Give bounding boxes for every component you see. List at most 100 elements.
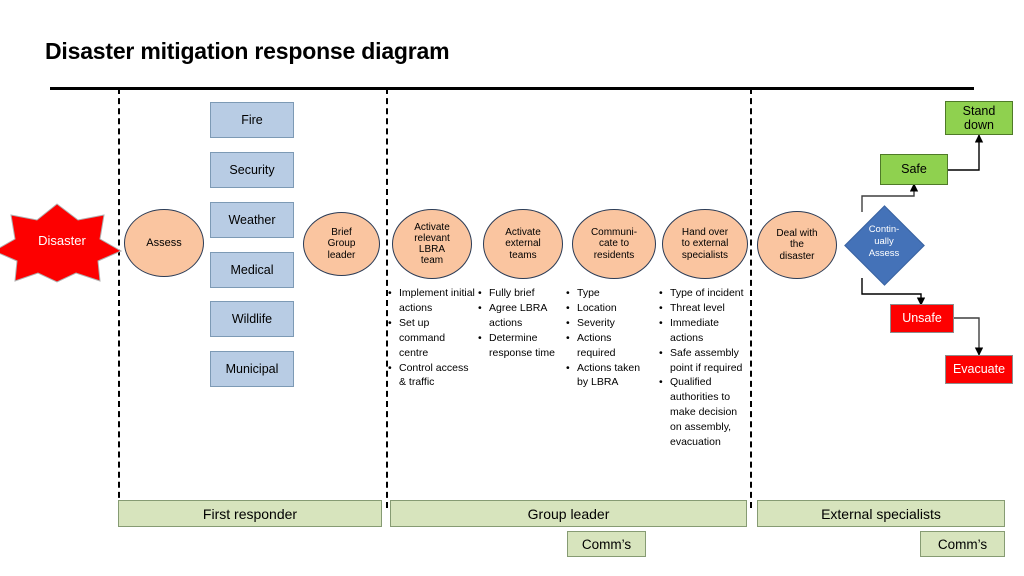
disaster-label: Disaster — [38, 233, 86, 248]
bullet-text: Type — [577, 287, 600, 299]
bullet-dot-icon: • — [659, 301, 663, 314]
node-label: Brief Group leader — [327, 227, 356, 261]
bullet-dot-icon: • — [566, 361, 570, 374]
bullet-text: Type of incident — [670, 287, 744, 299]
bullet-item: • Set up command centre — [388, 316, 476, 361]
bullet-text: Immediate actions — [670, 316, 720, 344]
bullet-item: • Safe assembly point if required — [659, 346, 751, 376]
outcome-label: Stand down — [962, 103, 996, 132]
bullet-text: Qualified authorities to make decision o… — [670, 376, 738, 449]
bullet-item: • Determine response time — [478, 331, 564, 361]
outcome-box-safe[interactable]: Safe — [880, 154, 948, 185]
process-node-activate-external-teams[interactable]: Activate external teams — [483, 209, 563, 279]
bullet-text: Actions required — [577, 331, 616, 359]
lane-bar-first-responder: First responder — [118, 500, 382, 527]
bullet-dot-icon: • — [659, 376, 663, 389]
bullet-item: • Fully brief — [478, 286, 564, 301]
bullet-dot-icon: • — [659, 346, 663, 359]
bullet-list-hand-over-to-external-specialists: • Type of incident • Threat level • Immediate… — [659, 286, 751, 450]
lane-bar-group-leader: Group leader — [390, 500, 747, 527]
process-node-activate-relevant-lbra-team[interactable]: Activate relevant LBRA team — [392, 209, 472, 279]
bullet-dot-icon: • — [659, 316, 663, 329]
bullet-dot-icon: • — [566, 316, 570, 329]
header-rule — [50, 87, 974, 90]
process-node-brief-group-leader[interactable]: Brief Group leader — [303, 212, 380, 276]
bullet-dot-icon: • — [388, 316, 392, 329]
lane-bar-external-specialists: External specialists — [757, 500, 1005, 527]
bullet-text: Severity — [577, 316, 615, 329]
bullet-item: • Threat level — [659, 301, 751, 316]
outcome-label: Safe — [901, 162, 927, 177]
bullet-dot-icon: • — [566, 301, 570, 314]
category-label: Weather — [228, 213, 276, 227]
bullet-item: • Location — [566, 301, 650, 316]
decision-node-continually-assess[interactable]: Contin-ually Assess — [844, 205, 925, 286]
page-title: Disaster mitigation response diagram — [45, 38, 450, 64]
process-node-hand-over-to-external-specialists[interactable]: Hand over to external specialists — [662, 209, 748, 279]
category-label: Wildlife — [231, 312, 273, 326]
diagram-canvas: Disaster mitigation response diagram Dis… — [0, 0, 1024, 576]
bullet-item: • Agree LBRA actions — [478, 301, 564, 331]
decision-label: Contin-ually Assess — [868, 224, 900, 259]
outcome-label: Unsafe — [902, 311, 942, 326]
bullet-item: • Actions taken by LBRA — [566, 361, 650, 391]
bullet-dot-icon: • — [478, 287, 482, 299]
category-box-fire[interactable]: Fire — [210, 102, 294, 138]
bullet-list-activate-relevant-lbra-team: • Implement initial actions • Set up comman… — [388, 286, 476, 390]
outcome-label: Evacuate — [952, 362, 1006, 377]
comms-label: Comm’s — [937, 536, 988, 552]
bullet-item: • Severity — [566, 316, 650, 331]
comms-box-group-leader: Comm’s — [567, 531, 646, 557]
bullet-list-communicate-to-residents: • Type • Location • Severity • Actions required… — [566, 286, 650, 390]
node-label: Activate relevant LBRA team — [414, 221, 450, 267]
bullet-dot-icon: • — [566, 287, 570, 299]
bullet-text: Fully brief — [489, 287, 535, 299]
bullet-text: Implement initial actions — [399, 287, 475, 314]
outcome-box-stand-down[interactable]: Stand down — [945, 101, 1013, 135]
bullet-dot-icon: • — [566, 331, 570, 344]
bullet-item: • Immediate actions — [659, 316, 751, 346]
process-node-communicate-to-residents[interactable]: Communi-cate to residents — [572, 209, 656, 279]
category-box-weather[interactable]: Weather — [210, 202, 294, 238]
category-box-medical[interactable]: Medical — [210, 252, 294, 288]
category-label: Security — [229, 163, 275, 177]
category-label: Municipal — [225, 362, 279, 376]
node-label: Assess — [146, 236, 182, 249]
category-box-wildlife[interactable]: Wildlife — [210, 301, 294, 337]
comms-box-external-specialists: Comm’s — [920, 531, 1005, 557]
bullet-item: • Type — [566, 286, 650, 301]
outcome-box-evacuate[interactable]: Evacuate — [945, 355, 1013, 384]
lane-divider-1 — [118, 88, 120, 508]
category-label: Medical — [230, 263, 274, 277]
lane-label: External specialists — [821, 505, 941, 522]
outcome-box-unsafe[interactable]: Unsafe — [890, 304, 954, 333]
bullet-item: • Qualified authorities to make decision … — [659, 375, 751, 450]
bullet-text: Control access & traffic — [399, 361, 469, 389]
bullet-dot-icon: • — [659, 287, 663, 299]
bullet-list-activate-external-teams: • Fully brief • Agree LBRA actions • Determin… — [478, 286, 564, 361]
bullet-text: Location — [577, 301, 617, 314]
category-label: Fire — [241, 113, 263, 127]
bullet-item: • Type of incident — [659, 286, 751, 301]
bullet-text: Determine response time — [489, 331, 555, 359]
node-label: Communi-cate to residents — [590, 227, 638, 261]
bullet-dot-icon: • — [388, 361, 392, 374]
bullet-item: • Control access & traffic — [388, 361, 476, 391]
bullet-text: Threat level — [670, 301, 725, 314]
bullet-item: • Implement initial actions — [388, 286, 476, 316]
bullet-item: • Actions required — [566, 331, 650, 361]
bullet-dot-icon: • — [478, 331, 482, 344]
lane-label: First responder — [202, 505, 298, 522]
category-box-security[interactable]: Security — [210, 152, 294, 188]
bullet-dot-icon: • — [478, 301, 482, 314]
lane-label: Group leader — [527, 505, 610, 522]
process-node-assess[interactable]: Assess — [124, 209, 204, 277]
node-label: Activate external teams — [505, 227, 541, 261]
node-label: Deal with the disaster — [776, 228, 818, 262]
bullet-dot-icon: • — [388, 287, 392, 299]
category-box-municipal[interactable]: Municipal — [210, 351, 294, 387]
comms-label: Comm’s — [581, 536, 632, 552]
bullet-text: Actions taken by LBRA — [577, 361, 641, 389]
bullet-text: Set up command centre — [399, 316, 446, 359]
process-node-deal-with-the-disaster[interactable]: Deal with the disaster — [757, 211, 837, 279]
